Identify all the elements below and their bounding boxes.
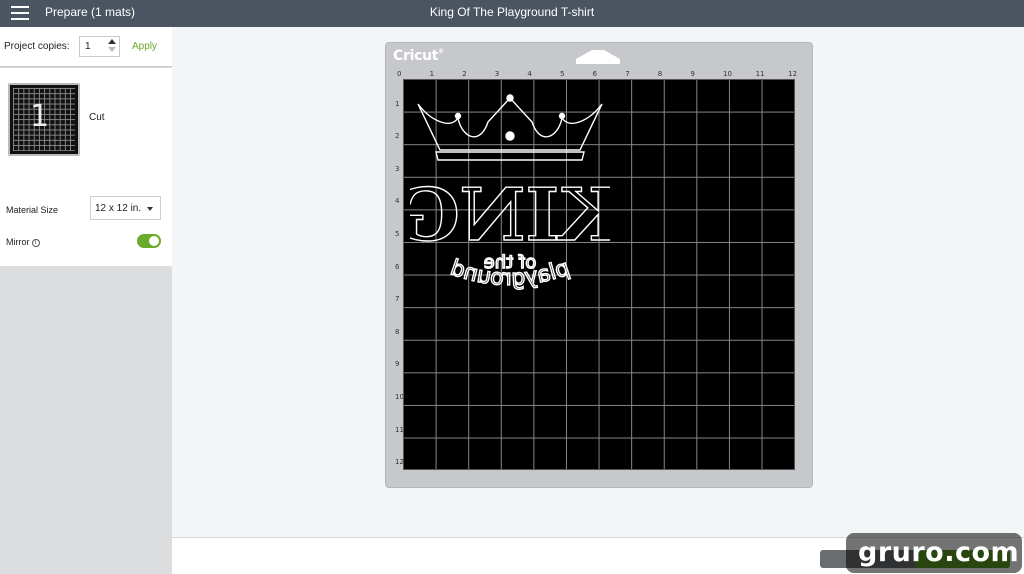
ruler-x-tick: 4 [527,70,532,78]
apply-button[interactable]: Apply [132,41,157,52]
mat-number: 1 [30,99,50,134]
project-copies-row: Project copies: 1 Apply [0,27,172,67]
toggle-knob [149,236,159,246]
ruler-y-tick: 4 [395,197,400,206]
project-copies-value: 1 [85,41,91,52]
ruler-x-tick: 12 [788,70,798,78]
mat-load-tab-icon [576,50,620,64]
ruler-x-tick: 6 [592,70,598,78]
stepper-down-icon[interactable] [108,47,116,52]
mat-cut-label: Cut [89,112,105,123]
ruler-x-tick: 2 [462,70,467,78]
ruler-x-tick: 10 [723,70,732,78]
mirror-label: Mirror i [6,237,40,247]
ruler-x-tick: 7 [625,70,630,78]
ruler-y-tick: 9 [395,360,400,369]
ruler-x-tick: 3 [494,70,500,78]
caret-down-icon [147,207,153,211]
mat-list-panel: 1 Cut Material Size 12 x 12 in. Mirror i [0,68,172,266]
top-bar: Prepare (1 mats) King Of The Playground … [0,0,1024,27]
ruler-y-tick: 5 [395,230,400,238]
hamburger-menu-icon[interactable] [11,6,29,20]
ruler-x-tick: 11 [755,70,765,78]
info-icon[interactable]: i [31,238,40,247]
project-title: King Of The Playground T-shirt [429,5,595,19]
project-copies-input[interactable]: 1 [79,36,120,57]
project-copies-label: Project copies: [4,41,70,52]
ruler-x-tick: 5 [560,70,565,78]
sidebar: Project copies: 1 Apply 1 Cut Material S… [0,27,172,574]
ruler-x-tick: 0 [397,70,402,78]
cricut-logo: Cricut® [393,48,444,64]
prepare-title: Prepare (1 mats) [45,5,136,19]
material-size-label: Material Size [6,205,59,215]
mirror-label-text: Mirror [6,237,30,247]
mirrored-design[interactable]: KING of the playground [410,90,610,310]
ruler-y-tick: 1 [395,99,400,108]
ruler-x-tick: 8 [657,70,663,78]
ruler-y-tick: 2 [395,132,400,141]
copies-stepper[interactable] [108,39,116,54]
cricut-logo-text: Cricut [393,48,439,64]
ruler-x-tick: 1 [429,70,435,78]
stepper-up-icon[interactable] [108,39,116,44]
mat-thumbnail[interactable]: 1 [8,83,80,156]
ruler-y-tick: 3 [395,164,400,173]
ruler-y-tick: 7 [395,295,400,304]
ruler-x-tick: 9 [690,70,695,78]
ruler-y-tick: 6 [395,262,400,271]
ruler-y-tick: 8 [395,327,400,336]
mirror-toggle[interactable] [137,234,161,248]
material-size-value: 12 x 12 in. [95,203,142,214]
design-main-text: KING [410,172,610,257]
watermark-text: gruro.com [858,537,1020,568]
material-size-select[interactable]: 12 x 12 in. [90,196,161,220]
